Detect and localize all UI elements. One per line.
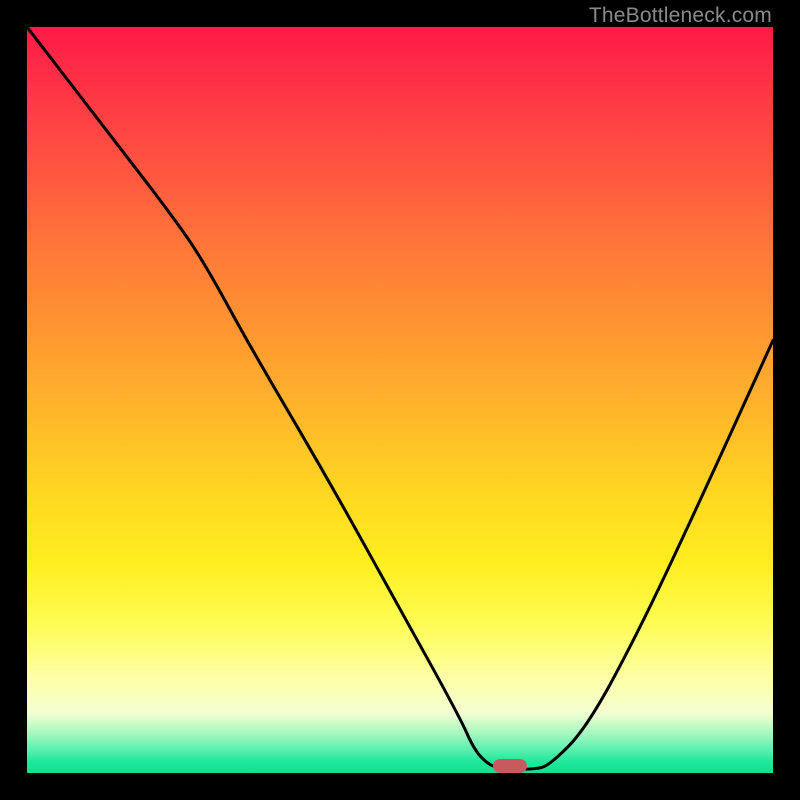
chart-frame: TheBottleneck.com	[0, 0, 800, 800]
plot-area	[27, 27, 773, 773]
watermark-text: TheBottleneck.com	[589, 4, 772, 28]
optimal-marker	[493, 759, 527, 773]
bottleneck-curve	[27, 27, 773, 773]
